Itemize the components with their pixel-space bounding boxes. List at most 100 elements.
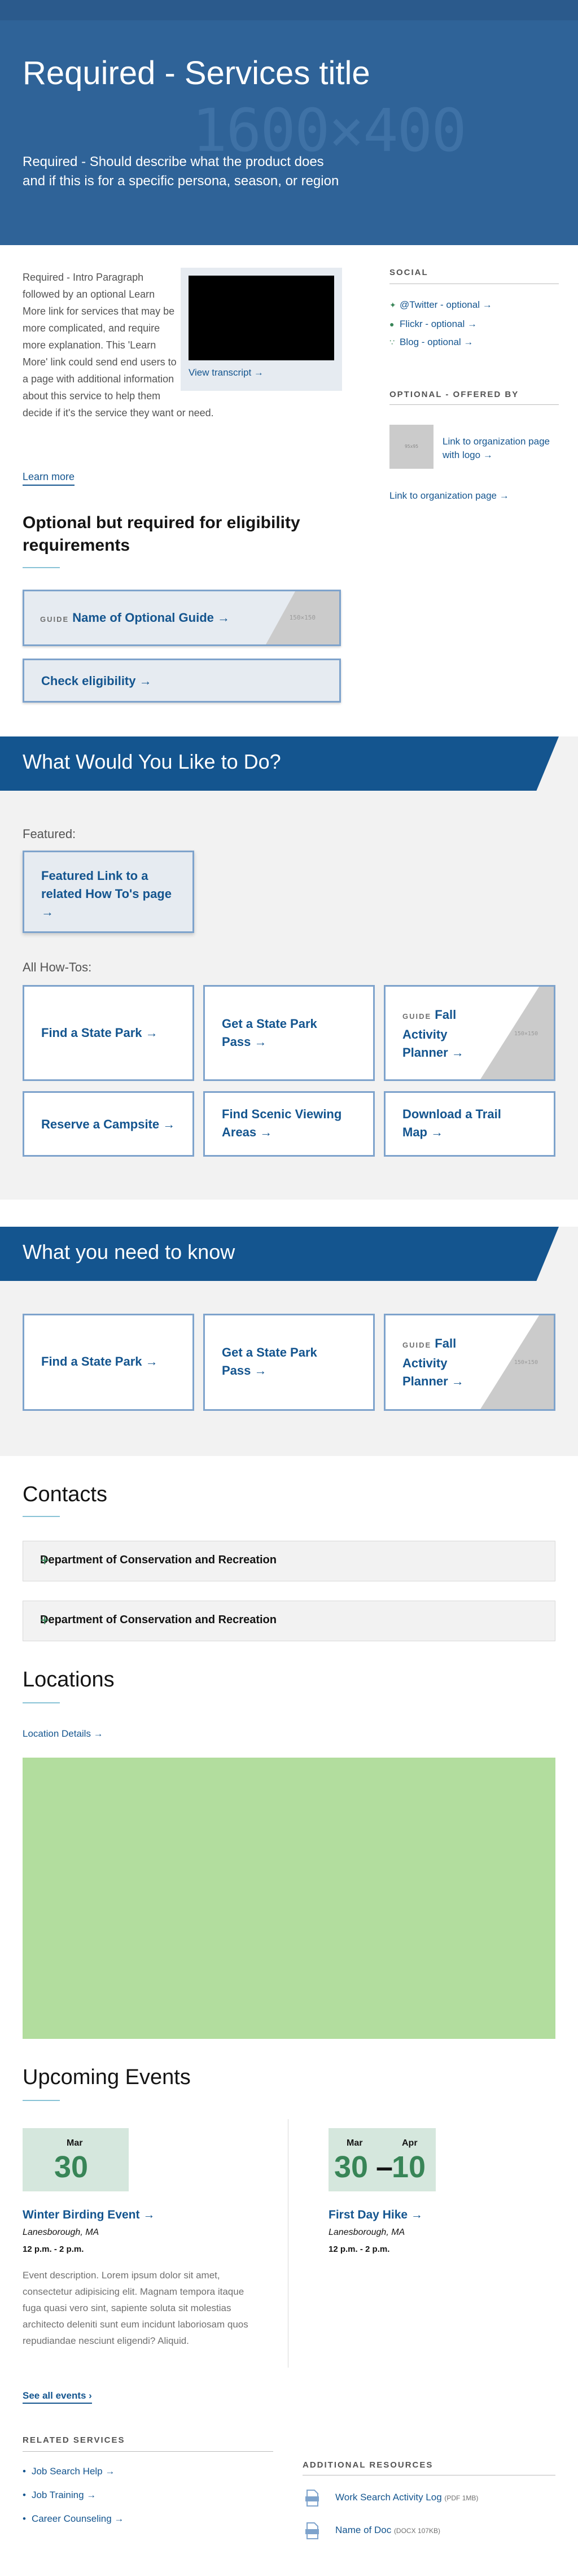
event-day: 30 (334, 2150, 369, 2184)
resource-meta: (PDF 1MB) (444, 2494, 479, 2502)
event-day: 30 (54, 2150, 89, 2184)
event-location: Lanesborough, MA (329, 2228, 405, 2237)
event-month: Mar (67, 2138, 83, 2148)
check-eligibility-button[interactable]: Check eligibility → (23, 659, 341, 703)
see-all-events-link[interactable]: See all events › (23, 2390, 92, 2404)
eligibility-accent-line (23, 567, 60, 568)
organization-logo-link[interactable]: Link to organization page with logo → (443, 435, 550, 462)
video-float-spacer (177, 269, 344, 394)
need-tile-park-pass[interactable]: Get a State Park Pass → (203, 1314, 375, 1411)
event-month: Mar (347, 2138, 363, 2148)
flickr-link-label: Flickr - optional → (400, 319, 477, 329)
expand-icon[interactable]: + (40, 1551, 542, 1570)
all-howtos-label: All How-Tos: (23, 960, 92, 974)
bullet-icon: • (23, 2466, 26, 2477)
learn-more-link[interactable]: Learn more (23, 471, 75, 486)
what-to-do-title: What Would You Like to Do? (23, 750, 281, 773)
resource-link[interactable]: Name of Doc (DOCX 107KB) (305, 2522, 440, 2539)
related-services-heading: RELATED SERVICES (23, 2435, 125, 2445)
bullet-icon: • (23, 2490, 26, 2500)
event-date-badge: Mar Apr 30 – 10 (329, 2128, 436, 2191)
twitter-icon: ✦ (389, 300, 396, 310)
events-title: Upcoming Events (23, 2065, 191, 2089)
related-service-label: Job Search Help → (31, 2466, 115, 2477)
resource-meta: (DOCX 107KB) (393, 2527, 440, 2535)
need-tile-label: Find a State Park → (41, 1354, 158, 1368)
pdf-document-icon (305, 2490, 319, 2507)
twitter-link-label: @Twitter - optional → (400, 299, 492, 310)
optional-guide-card[interactable]: 150×150 GUIDE Name of Optional Guide → (23, 590, 341, 646)
need-tile-find-park[interactable]: Find a State Park → (23, 1314, 194, 1411)
page-title: Required - Services title (23, 55, 370, 91)
locations-title: Locations (23, 1668, 115, 1692)
page-description: Required - Should describe what the prod… (23, 154, 339, 189)
eligibility-title: Optional but required for eligibility re… (23, 513, 300, 555)
organization-page-link[interactable]: Link to organization page → (389, 490, 509, 502)
organization-logo: 95x95 (389, 425, 434, 469)
howto-tile-label: Download a Trail Map → (402, 1107, 501, 1139)
need-to-know-banner: What you need to know (0, 1227, 559, 1281)
need-tile-fall-planner[interactable]: 150×150 GUIDE Fall Activity Planner → (384, 1314, 555, 1411)
event-day-end: 10 (392, 2150, 426, 2184)
docx-document-icon (305, 2522, 319, 2539)
events-accent-line (23, 2100, 60, 2101)
guide-tag: GUIDE (402, 1341, 432, 1349)
page-header: 1600×400 Required - Services title Requi… (0, 0, 578, 245)
event-time: 12 p.m. - 2 p.m. (329, 2244, 390, 2254)
howto-tile-find-park[interactable]: Find a State Park → (23, 985, 194, 1081)
contacts-accent-line (23, 1516, 60, 1517)
resource-link[interactable]: Work Search Activity Log (PDF 1MB) (305, 2490, 479, 2507)
featured-link-card[interactable]: Featured Link to a related How To's page… (23, 851, 194, 933)
related-service-label: Career Counseling → (31, 2513, 124, 2524)
location-details-link[interactable]: Location Details → (23, 1728, 103, 1740)
event-title-link[interactable]: First Day Hike → (329, 2208, 423, 2222)
blog-link-label: Blog - optional → (400, 337, 474, 347)
event-time: 12 p.m. - 2 p.m. (23, 2244, 84, 2254)
bullet-icon: • (23, 2513, 26, 2524)
howto-tile-label: Get a State Park Pass → (222, 1017, 317, 1049)
related-service-link[interactable]: • Job Training → (23, 2490, 96, 2501)
check-eligibility-label: Check eligibility → (41, 674, 152, 688)
howto-tile-label: Find Scenic Viewing Areas → (222, 1107, 342, 1139)
location-map[interactable] (23, 1758, 555, 2039)
offered-by-divider (389, 404, 559, 405)
howto-tile-fall-planner[interactable]: 150×150 GUIDE Fall Activity Planner → (384, 985, 555, 1081)
event-month-end: Apr (402, 2138, 418, 2148)
rss-icon: ∵ (389, 338, 395, 347)
tile-image-size: 150×150 (514, 1031, 538, 1037)
optional-guide-label: Name of Optional Guide → (72, 611, 230, 625)
social-heading: SOCIAL (389, 268, 428, 277)
guide-tag: GUIDE (40, 615, 69, 624)
event-title-link[interactable]: Winter Birding Event → (23, 2208, 155, 2222)
howto-tile-scenic-areas[interactable]: Find Scenic Viewing Areas → (203, 1091, 375, 1157)
expand-icon[interactable]: + (40, 1611, 542, 1629)
intro-paragraph: Required - Intro Paragraph followed by a… (23, 269, 344, 421)
what-to-do-banner: What Would You Like to Do? (0, 736, 559, 791)
event-date-badge: Mar 30 (23, 2128, 129, 2191)
related-service-link[interactable]: • Job Search Help → (23, 2466, 115, 2477)
tile-image-size: 150×150 (514, 1359, 538, 1366)
need-to-know-title: What you need to know (23, 1240, 235, 1263)
contact-accordion[interactable]: Department of Conservation and Recreatio… (23, 1601, 555, 1641)
flickr-link[interactable]: ● Flickr - optional → (389, 319, 477, 330)
need-tile-label: Get a State Park Pass → (222, 1345, 317, 1378)
related-service-link[interactable]: • Career Counseling → (23, 2513, 124, 2525)
featured-label: Featured: (23, 827, 76, 841)
guide-tag: GUIDE (402, 1012, 432, 1021)
howto-tile-trail-map[interactable]: Download a Trail Map → (384, 1091, 555, 1157)
event-description: Event description. Lorem ipsum dolor sit… (23, 2270, 248, 2346)
related-services-divider (23, 2451, 273, 2452)
twitter-link[interactable]: ✦ @Twitter - optional → (389, 299, 492, 311)
offered-by-heading: OPTIONAL - OFFERED BY (389, 390, 519, 399)
contact-accordion[interactable]: Department of Conservation and Recreatio… (23, 1541, 555, 1581)
event-location: Lanesborough, MA (23, 2228, 99, 2237)
header-top-strip (0, 0, 578, 20)
howto-tile-park-pass[interactable]: Get a State Park Pass → (203, 985, 375, 1081)
resource-label: Name of Doc (335, 2525, 392, 2535)
additional-resources-heading: ADDITIONAL RESOURCES (303, 2460, 434, 2470)
flickr-icon: ● (389, 320, 395, 329)
guide-image-size: 150×150 (289, 614, 316, 621)
featured-link-label: Featured Link to a related How To's page… (41, 869, 172, 919)
blog-link[interactable]: ∵ Blog - optional → (389, 337, 473, 348)
howto-tile-reserve-campsite[interactable]: Reserve a Campsite → (23, 1091, 194, 1157)
